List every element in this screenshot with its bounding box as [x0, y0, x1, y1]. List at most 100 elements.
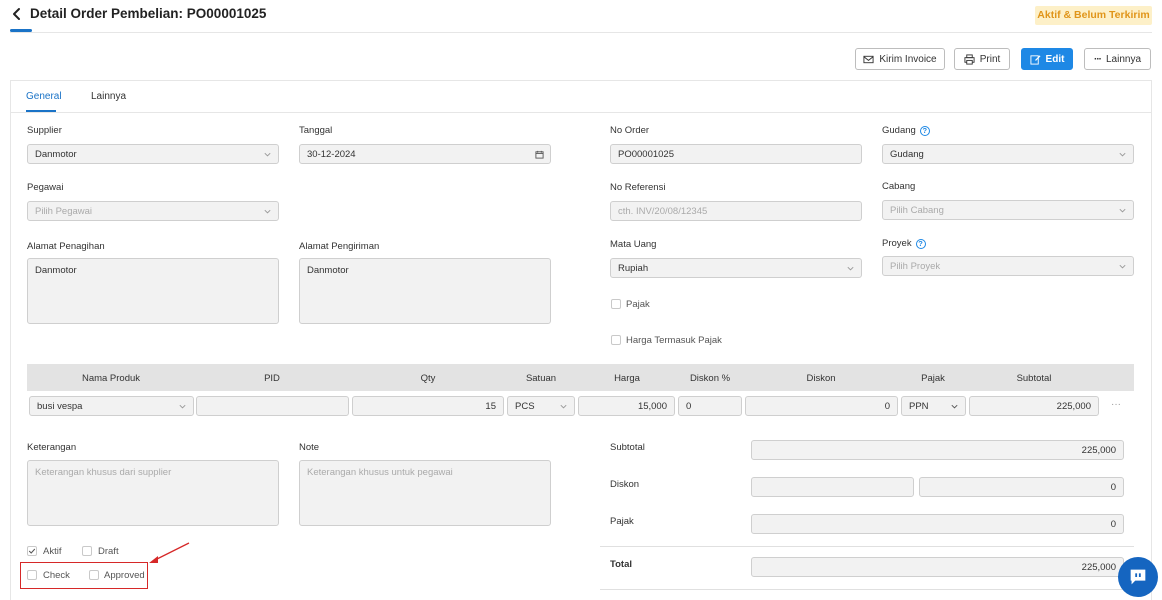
chevron-down-icon [560, 404, 567, 409]
summary-bottom-divider [600, 589, 1134, 590]
column-header: Satuan [525, 373, 557, 384]
gudang-label: Gudang [882, 125, 916, 136]
column-header: Harga [614, 373, 640, 384]
cabang-select[interactable]: Pilih Cabang [882, 200, 1134, 220]
row-more-icon[interactable]: ··· [1111, 399, 1121, 410]
harga-termasuk-pajak-label: Harga Termasuk Pajak [626, 335, 722, 346]
chevron-down-icon [951, 404, 958, 409]
gudang-value: Gudang [890, 148, 924, 160]
alamat-penagihan-textarea[interactable]: Danmotor [27, 258, 279, 324]
draft-checkbox[interactable] [82, 546, 92, 556]
mata-uang-label: Mata Uang [610, 239, 657, 250]
qty-input[interactable]: 15 [352, 396, 504, 416]
cabang-label: Cabang [882, 181, 916, 192]
kirim-invoice-label: Kirim Invoice [879, 53, 937, 65]
diskon-type-field[interactable] [751, 477, 914, 497]
pegawai-select[interactable]: Pilih Pegawai [27, 201, 279, 221]
tab-general[interactable]: General [26, 91, 62, 102]
alamat-pengiriman-textarea[interactable]: Danmotor [299, 258, 551, 324]
harga-input[interactable]: 15,000 [578, 396, 675, 416]
tanggal-value: 30-12-2024 [307, 148, 356, 160]
column-header: Nama Produk [81, 373, 141, 384]
pajak-select[interactable]: PPN [901, 396, 966, 416]
status-badge: Aktif & Belum Terkirim [1035, 6, 1152, 25]
total-label: Total [610, 559, 632, 570]
print-button[interactable]: Print [954, 48, 1010, 70]
chevron-down-icon [1119, 152, 1126, 157]
column-header: Diskon % [689, 373, 731, 384]
chevron-down-icon [1119, 264, 1126, 269]
alamat-pengiriman-label: Alamat Pengiriman [299, 241, 380, 252]
diskon-field[interactable]: 0 [919, 477, 1124, 497]
annotation-highlight-box [20, 562, 148, 589]
pajak-summary-field: 0 [751, 514, 1124, 534]
pajak-checkbox-label: Pajak [626, 299, 650, 310]
annotation-arrow-icon [149, 542, 190, 563]
pajak-summary-label: Pajak [610, 516, 634, 527]
nama-produk-select[interactable]: busi vespa [29, 396, 194, 416]
chevron-down-icon [179, 404, 186, 409]
back-arrow-icon[interactable] [10, 6, 24, 22]
gudang-select[interactable]: Gudang [882, 144, 1134, 164]
column-header: Pajak [921, 373, 945, 384]
chat-widget-button[interactable] [1118, 557, 1158, 597]
satuan-select[interactable]: PCS [507, 396, 575, 416]
proyek-placeholder: Pilih Proyek [890, 260, 941, 272]
satuan-value: PCS [515, 400, 535, 412]
pegawai-label: Pegawai [27, 182, 64, 193]
aktif-label: Aktif [43, 546, 62, 557]
column-header: PID [264, 373, 280, 384]
column-header: Subtotal [1016, 373, 1052, 384]
edit-button[interactable]: Edit [1021, 48, 1073, 70]
proyek-label-row: Proyek ? [882, 238, 926, 249]
cabang-placeholder: Pilih Cabang [890, 204, 944, 216]
edit-icon [1030, 54, 1041, 65]
pid-input[interactable] [196, 396, 349, 416]
pajak-checkbox[interactable] [611, 299, 621, 309]
no-referensi-input[interactable]: cth. INV/20/08/12345 [610, 201, 862, 221]
no-order-label: No Order [610, 125, 650, 136]
edit-label: Edit [1045, 53, 1065, 65]
supplier-label: Supplier [27, 125, 62, 136]
lainnya-button[interactable]: ··· Lainnya [1084, 48, 1151, 70]
subtotal-field: 225,000 [751, 440, 1124, 460]
harga-termasuk-pajak-checkbox[interactable] [611, 335, 621, 345]
tanggal-date-field[interactable]: 30-12-2024 [299, 144, 551, 164]
keterangan-label: Keterangan [27, 442, 77, 453]
mata-uang-value: Rupiah [618, 262, 649, 274]
diskon-input[interactable]: 0 [745, 396, 898, 416]
proyek-select[interactable]: Pilih Proyek [882, 256, 1134, 276]
kirim-invoice-button[interactable]: Kirim Invoice [855, 48, 945, 70]
tanggal-label: Tanggal [299, 125, 333, 136]
pegawai-placeholder: Pilih Pegawai [35, 205, 93, 217]
diskon-persen-input[interactable]: 0 [678, 396, 742, 416]
chevron-down-icon [847, 266, 854, 271]
note-textarea[interactable]: Keterangan khusus untuk pegawai [299, 460, 551, 526]
help-icon[interactable]: ? [915, 238, 926, 249]
header-divider [10, 32, 1152, 33]
pajak-value: PPN [909, 400, 929, 412]
column-header: Diskon [806, 373, 836, 384]
help-icon[interactable]: ? [919, 125, 930, 136]
tabs-divider [11, 112, 1151, 113]
nama-produk-value: busi vespa [37, 400, 83, 412]
gudang-label-row: Gudang ? [882, 125, 930, 136]
no-referensi-label: No Referensi [610, 182, 666, 193]
keterangan-textarea[interactable]: Keterangan khusus dari supplier [27, 460, 279, 526]
total-field: 225,000 [751, 557, 1124, 577]
proyek-label: Proyek [882, 238, 912, 249]
print-label: Print [979, 53, 1001, 65]
diskon-label: Diskon [610, 479, 640, 490]
supplier-select[interactable]: Danmotor [27, 144, 279, 164]
no-order-field[interactable]: PO00001025 [610, 144, 862, 164]
printer-icon [964, 53, 975, 65]
draft-label: Draft [98, 546, 119, 557]
calendar-icon[interactable] [535, 150, 544, 159]
table-header [27, 364, 1134, 391]
no-order-value: PO00001025 [618, 148, 674, 160]
aktif-checkbox[interactable] [27, 546, 37, 556]
tab-lainnya[interactable]: Lainnya [91, 91, 126, 102]
mata-uang-select[interactable]: Rupiah [610, 258, 862, 278]
alamat-penagihan-label: Alamat Penagihan [27, 241, 105, 252]
subtotal-cell: 225,000 [969, 396, 1099, 416]
